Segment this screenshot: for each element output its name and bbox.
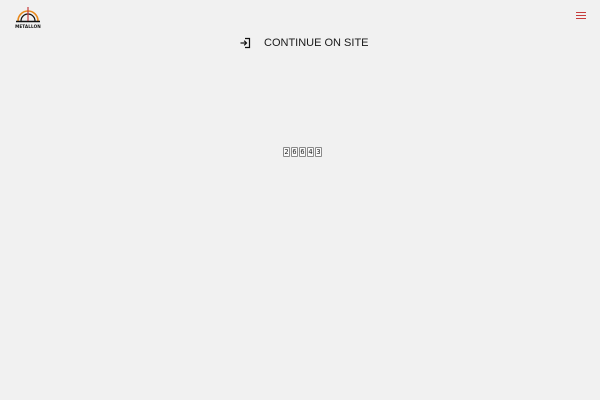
continue-on-site-button[interactable]: CONTINUE ON SITE [239, 35, 369, 51]
counter-digit: 6 [291, 147, 298, 157]
hamburger-menu-button[interactable] [575, 10, 589, 21]
menu-bar-middle [576, 15, 586, 16]
dome-arch-logo-icon [16, 7, 40, 23]
logo-text: METALLON [15, 24, 41, 29]
menu-bar-top [576, 12, 586, 13]
continue-label: CONTINUE ON SITE [264, 37, 369, 49]
visitor-counter: 2 6 6 4 3 [283, 147, 322, 157]
counter-digit: 2 [283, 147, 290, 157]
logo[interactable]: METALLON [13, 6, 43, 32]
counter-digit: 3 [315, 147, 322, 157]
login-arrow-icon [240, 37, 251, 49]
counter-digit: 4 [307, 147, 314, 157]
counter-digit: 6 [299, 147, 306, 157]
menu-bar-bottom [576, 18, 586, 19]
